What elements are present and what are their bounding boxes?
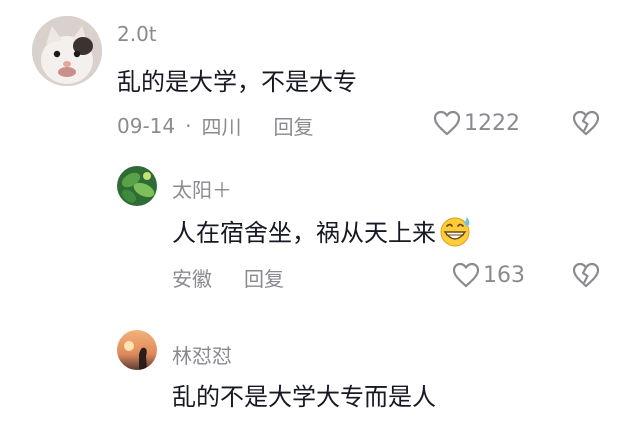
broken-heart-icon	[572, 262, 600, 288]
leaf-avatar-image	[117, 166, 157, 206]
comment-meta: 安徽 回复	[172, 263, 284, 292]
avatar[interactable]	[117, 166, 157, 206]
comment-text-body: 人在宿舍坐，祸从天上来	[172, 219, 436, 247]
reply-item: 林怼怼 乱的不是大学大专而是人	[0, 320, 640, 422]
avatar[interactable]	[32, 16, 102, 86]
username[interactable]: 太阳＋	[172, 174, 232, 203]
reply-button[interactable]: 回复	[273, 111, 313, 140]
comment-item: 2.0t 乱的是大学，不是大专 09-14 · 四川 回复 1222	[0, 0, 640, 150]
username[interactable]: 2.0t	[117, 22, 157, 46]
heart-icon	[433, 110, 461, 136]
comment-location: 安徽	[172, 267, 212, 291]
comment-location: 四川	[201, 115, 242, 139]
heart-icon	[452, 262, 480, 288]
cat-avatar-image	[32, 16, 102, 86]
comment-text: 乱的是大学，不是大专	[117, 68, 357, 96]
sunset-avatar-image	[117, 330, 157, 370]
comment-text: 人在宿舍坐，祸从天上来	[172, 213, 472, 248]
comment-date: 09-14	[117, 113, 176, 138]
comment-text: 乱的不是大学大专而是人	[172, 383, 436, 411]
like-button[interactable]: 163	[452, 262, 525, 288]
avatar[interactable]	[117, 330, 157, 370]
dislike-button[interactable]	[572, 110, 600, 136]
like-count: 1222	[464, 110, 520, 136]
grin-sweat-emoji-icon	[440, 216, 470, 246]
like-count: 163	[483, 262, 525, 288]
comment-meta: 09-14 · 四川 回复	[117, 111, 313, 140]
reply-item: 太阳＋ 人在宿舍坐，祸从天上来 安徽 回复 163	[0, 150, 640, 300]
meta-separator: ·	[185, 113, 192, 138]
broken-heart-icon	[572, 110, 600, 136]
like-button[interactable]: 1222	[433, 110, 520, 136]
username[interactable]: 林怼怼	[172, 340, 232, 369]
reply-button[interactable]: 回复	[244, 263, 284, 292]
dislike-button[interactable]	[572, 262, 600, 288]
